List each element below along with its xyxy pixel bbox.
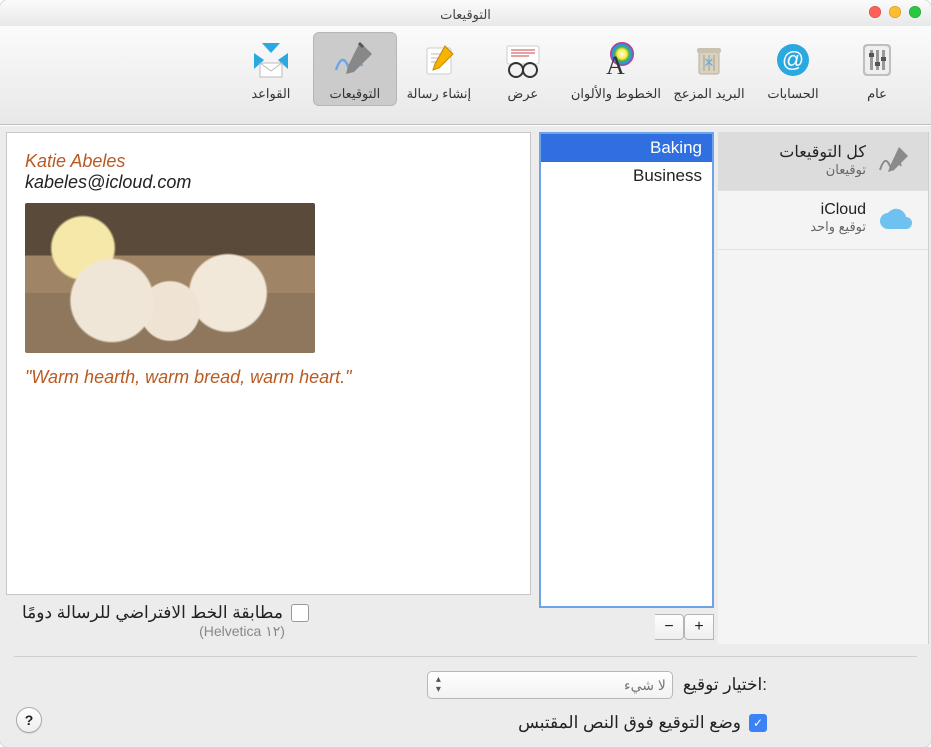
accounts-sidebar: كل التوقيعات توقيعان iCloud توقيع واحد [718,132,929,644]
signature-icon [329,36,381,84]
titlebar: التوقيعات [0,0,931,26]
choose-signature-value: لا شيء [624,677,666,694]
rules-icon [245,36,297,84]
bottom-options: اختيار توقيع: لا شيء ▴▾ ✓ وضع التوقيع فو… [0,667,931,747]
sidebar-item-count: توقيعان [826,162,866,178]
place-above-row: ✓ وضع التوقيع فوق النص المقتبس [518,713,767,733]
sidebar-item-name: iCloud [821,201,866,219]
pencil-note-icon [413,36,465,84]
tab-viewing[interactable]: عرض [481,32,565,106]
help-button[interactable]: ? [16,707,42,733]
choose-signature-label: اختيار توقيع: [683,675,767,695]
add-signature-button[interactable]: + [684,614,714,640]
sidebar-item-name: كل التوقيعات [779,142,866,162]
checkbox-checked-icon: ✓ [749,714,767,732]
match-font-note: (Helvetica ١٢) [199,623,285,640]
minimize-button[interactable] [889,6,901,18]
remove-signature-button[interactable]: − [655,614,684,640]
trash-icon: ✕ [683,36,735,84]
signature-preview[interactable]: Katie Abeles kabeles@icloud.com "Warm he… [6,132,531,595]
close-button[interactable] [869,6,881,18]
window-controls [869,6,921,18]
svg-text:A: A [606,51,625,80]
signature-icon [876,142,914,180]
tab-signatures[interactable]: التوقيعات [313,32,397,106]
columns: كل التوقيعات توقيعان iCloud توقيع واحد [0,126,931,646]
signature-row-business[interactable]: Business [541,162,712,190]
fonts-colors-icon: A [590,36,642,84]
tab-fonts-colors[interactable]: A الخطوط والألوان [565,32,667,106]
icloud-icon [876,201,914,239]
preview-quote: "Warm hearth, warm bread, warm heart." [25,367,512,388]
preview-email: kabeles@icloud.com [25,172,512,193]
chevron-updown-icon: ▴▾ [436,675,441,695]
svg-text:@: @ [782,47,804,72]
svg-text:✕: ✕ [704,55,715,70]
tab-rules[interactable]: القواعد [229,32,313,106]
tab-accounts[interactable]: @ الحسابات [751,32,835,106]
tab-compose[interactable]: إنشاء رسالة [397,32,481,106]
divider [14,656,917,657]
match-default-font-checkbox[interactable]: مطابقة الخط الافتراضي للرسالة دومًا [22,603,309,623]
choose-signature-select[interactable]: لا شيء ▴▾ [427,671,673,699]
glasses-icon [497,36,549,84]
content-area: كل التوقيعات توقيعان iCloud توقيع واحد [0,125,931,747]
checkbox-unchecked-icon [291,604,309,622]
preferences-window: التوقيعات عام @ الحسابات ✕ البريد الم [0,0,931,747]
signature-list[interactable]: Baking Business [539,132,714,608]
signature-list-column: Baking Business + − [535,128,718,644]
at-icon: @ [767,36,819,84]
tab-general[interactable]: عام [835,32,919,106]
slider-icon [851,36,903,84]
signature-row-baking[interactable]: Baking [541,134,712,162]
window-title: التوقيعات [440,7,491,23]
toolbar: عام @ الحسابات ✕ البريد المزعج [0,26,931,125]
question-icon: ? [25,712,34,728]
add-remove-controls: + − [539,614,714,640]
place-above-quoted-checkbox[interactable]: ✓ وضع التوقيع فوق النص المقتبس [518,713,767,733]
zoom-button[interactable] [909,6,921,18]
match-font-area: مطابقة الخط الافتراضي للرسالة دومًا (Hel… [2,595,535,644]
tab-junk[interactable]: ✕ البريد المزعج [667,32,751,106]
sidebar-item-icloud[interactable]: iCloud توقيع واحد [718,191,928,250]
sidebar-item-count: توقيع واحد [810,219,866,235]
sidebar-item-all-signatures[interactable]: كل التوقيعات توقيعان [718,132,928,191]
preview-image [25,203,315,353]
preview-name: Katie Abeles [25,151,512,172]
choose-signature-row: اختيار توقيع: لا شيء ▴▾ [427,671,767,699]
